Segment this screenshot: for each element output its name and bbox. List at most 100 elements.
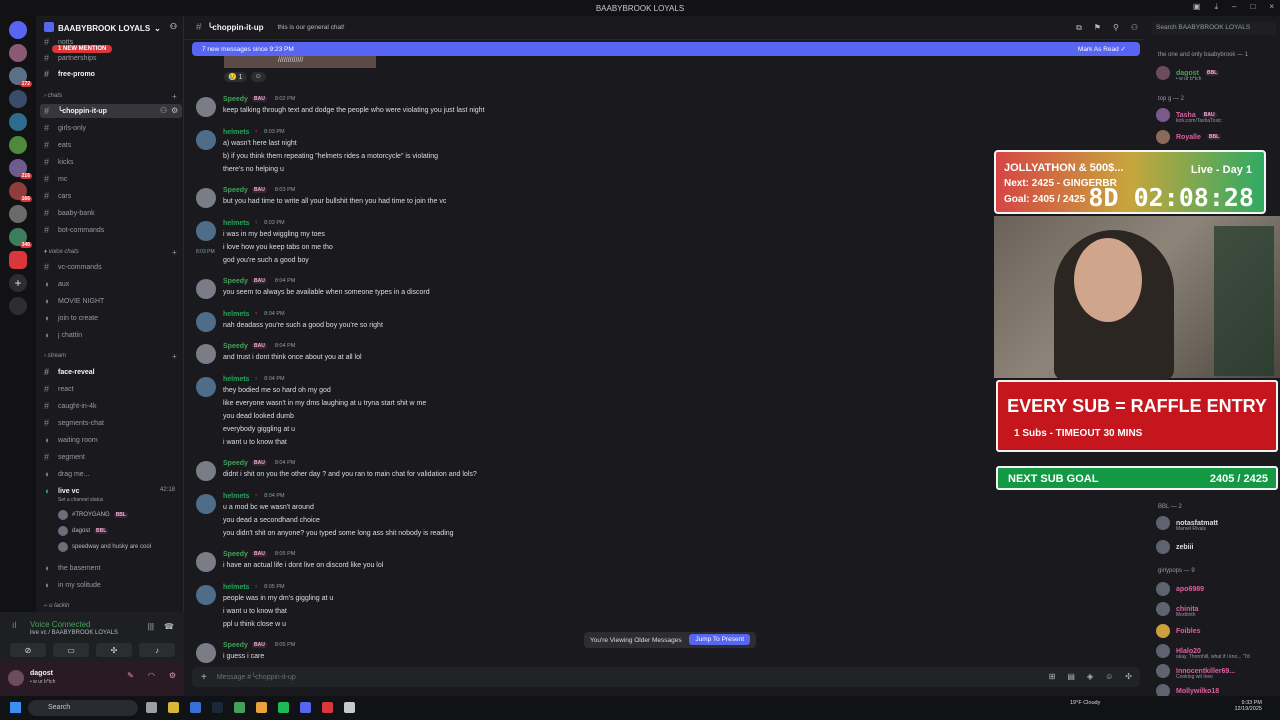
obs-icon[interactable] xyxy=(344,702,355,713)
voice-channel-item[interactable]: ◖ in my solitude xyxy=(44,580,101,590)
brave-icon[interactable] xyxy=(322,702,333,713)
channel-item[interactable]: # mc xyxy=(44,174,67,184)
voice-channel-item[interactable]: ◖ aux xyxy=(44,279,69,289)
chrome-icon[interactable] xyxy=(256,702,267,713)
emoji-icon[interactable]: ☺ xyxy=(1105,672,1113,681)
steam-icon[interactable] xyxy=(212,702,223,713)
pin-icon[interactable]: ⚲ xyxy=(1113,23,1119,33)
server-icon[interactable] xyxy=(9,136,27,154)
settings-gear-icon[interactable]: ⚙ xyxy=(169,671,176,680)
discover-icon[interactable] xyxy=(9,297,27,315)
member-item[interactable]: Innocentkiller69... Cooking wit Ineo xyxy=(1156,664,1235,680)
server-icon[interactable]: 172 xyxy=(9,67,32,87)
message-image[interactable]: ///////////// xyxy=(224,56,376,68)
settings-gear-icon[interactable]: ⚙ xyxy=(171,106,178,115)
direct-messages-icon[interactable] xyxy=(9,21,27,39)
author-name[interactable]: Speedy xyxy=(223,96,248,103)
member-item[interactable]: zebiii xyxy=(1156,540,1194,554)
voice-status-sub[interactable]: live vc / BAABYBROOK LOYALS xyxy=(30,630,118,636)
vc-user[interactable]: dagost BBL xyxy=(58,526,109,536)
discord-icon[interactable] xyxy=(300,702,311,713)
avatar[interactable] xyxy=(196,97,216,117)
author-name[interactable]: helmets xyxy=(223,376,249,383)
author-name[interactable]: Speedy xyxy=(223,642,248,649)
category-voice[interactable]: ♦ voice chats xyxy=(44,249,79,255)
member-item[interactable]: notasfatmatt Marvel Rivals xyxy=(1156,516,1218,532)
noise-suppression-icon[interactable]: ||| xyxy=(148,622,154,631)
author-name[interactable]: helmets xyxy=(223,584,249,591)
message-input[interactable]: Message #╰choppin-it-up xyxy=(217,673,296,681)
vc-user[interactable]: #TROYGANG BBL xyxy=(58,510,128,520)
invite-icon[interactable]: ⚇ xyxy=(160,106,167,115)
gift-icon[interactable]: ⊞ xyxy=(1049,672,1056,681)
mute-icon[interactable]: ✎ xyxy=(127,671,134,680)
reaction[interactable]: 😢 1 xyxy=(224,72,247,82)
voice-channel-item[interactable]: ◖ MOVIE NIGHT xyxy=(44,296,104,306)
channel-item[interactable]: # vc-commands xyxy=(44,262,102,272)
member-item[interactable]: Tasha BAU kick.com/TashaToxic xyxy=(1156,108,1222,124)
channel-topic[interactable]: this is our general chat! xyxy=(277,24,344,31)
windows-start-icon[interactable] xyxy=(10,702,21,713)
server-icon[interactable]: 166 xyxy=(9,182,32,202)
avatar[interactable] xyxy=(196,377,216,397)
author-name[interactable]: Speedy xyxy=(223,278,248,285)
channel-item[interactable]: # cars xyxy=(44,191,71,201)
screen-share-icon[interactable]: ▭ xyxy=(53,643,89,657)
add-reaction-icon[interactable]: ☺ xyxy=(250,72,266,82)
channel-item[interactable]: # girls-only xyxy=(44,123,86,133)
voice-channel-item[interactable]: ◖ join to create xyxy=(44,313,98,323)
channel-status[interactable]: Set a channel status xyxy=(58,497,103,503)
soundboard-icon[interactable]: ♪ xyxy=(139,643,175,657)
gif-icon[interactable]: ▤ xyxy=(1067,672,1075,681)
add-member-icon[interactable]: ⚇ xyxy=(170,22,177,31)
voice-channel-item[interactable]: ◖ the basement xyxy=(44,563,100,573)
author-name[interactable]: Speedy xyxy=(223,187,248,194)
add-server-icon[interactable]: + xyxy=(9,274,27,292)
author-name[interactable]: helmets xyxy=(223,493,249,500)
member-list-icon[interactable]: ⚇ xyxy=(1131,23,1138,33)
author-name[interactable]: helmets xyxy=(223,311,249,318)
author-name[interactable]: helmets xyxy=(223,220,249,227)
apps-icon[interactable]: ✣ xyxy=(1125,672,1132,681)
channel-item[interactable]: # caught-in-4k xyxy=(44,401,97,411)
server-icon[interactable]: 346 xyxy=(9,228,32,248)
vc-user[interactable]: speedway and husky are cool xyxy=(58,542,151,552)
author-name[interactable]: helmets xyxy=(223,129,249,136)
user-name[interactable]: dagost xyxy=(30,670,53,677)
jump-to-present-button[interactable]: Jump To Present xyxy=(689,634,750,645)
server-icon[interactable]: 216 xyxy=(9,159,32,179)
deafen-icon[interactable]: ◠ xyxy=(148,671,155,680)
member-item[interactable]: chinita Modrinth xyxy=(1156,602,1199,618)
inbox-icon[interactable]: ▣ xyxy=(1193,2,1201,12)
disconnect-icon[interactable]: ☎ xyxy=(164,622,174,631)
folder-icon[interactable] xyxy=(190,702,201,713)
xbox-icon[interactable] xyxy=(234,702,245,713)
server-icon[interactable] xyxy=(9,251,27,269)
channel-item[interactable]: # eats xyxy=(44,140,71,150)
member-item[interactable]: Foibles xyxy=(1156,624,1201,638)
notification-bell-icon[interactable]: ⚑ xyxy=(1094,23,1101,33)
channel-item[interactable]: # segments-chat xyxy=(44,418,104,428)
add-channel-icon[interactable]: + xyxy=(172,92,1274,101)
channel-item[interactable]: # notts xyxy=(44,37,73,47)
avatar[interactable] xyxy=(196,130,216,150)
minimize-icon[interactable]: – xyxy=(1232,2,1236,12)
author-name[interactable]: Speedy xyxy=(223,460,248,467)
file-explorer-icon[interactable] xyxy=(168,702,179,713)
channel-item[interactable]: # free-promo xyxy=(44,69,95,79)
download-icon[interactable]: ⤓ xyxy=(1214,2,1218,12)
weather-widget[interactable]: 19°F Cloudy xyxy=(1070,700,1100,706)
channel-item-active[interactable]: # ╰choppin-it-up xyxy=(44,106,107,116)
maximize-icon[interactable]: □ xyxy=(1250,2,1255,12)
clock[interactable]: 9:33 PM 12/19/2025 xyxy=(1234,700,1262,712)
voice-channel-item[interactable]: ◖ waiting room xyxy=(44,435,98,445)
avatar[interactable] xyxy=(196,552,216,572)
category-chats[interactable]: › chats xyxy=(44,93,62,99)
category-stream[interactable]: › stream xyxy=(44,353,66,359)
channel-item[interactable]: # face-reveal xyxy=(44,367,95,377)
message-composer[interactable]: + Message #╰choppin-it-up ⊞ ▤ ◈ ☺ ✣ xyxy=(192,667,1140,687)
member-item[interactable]: dagost BBL • w ur b*tch xyxy=(1156,66,1220,82)
member-item[interactable]: Royalle BBL xyxy=(1156,130,1222,144)
avatar[interactable] xyxy=(196,188,216,208)
attach-plus-icon[interactable]: + xyxy=(201,672,207,683)
